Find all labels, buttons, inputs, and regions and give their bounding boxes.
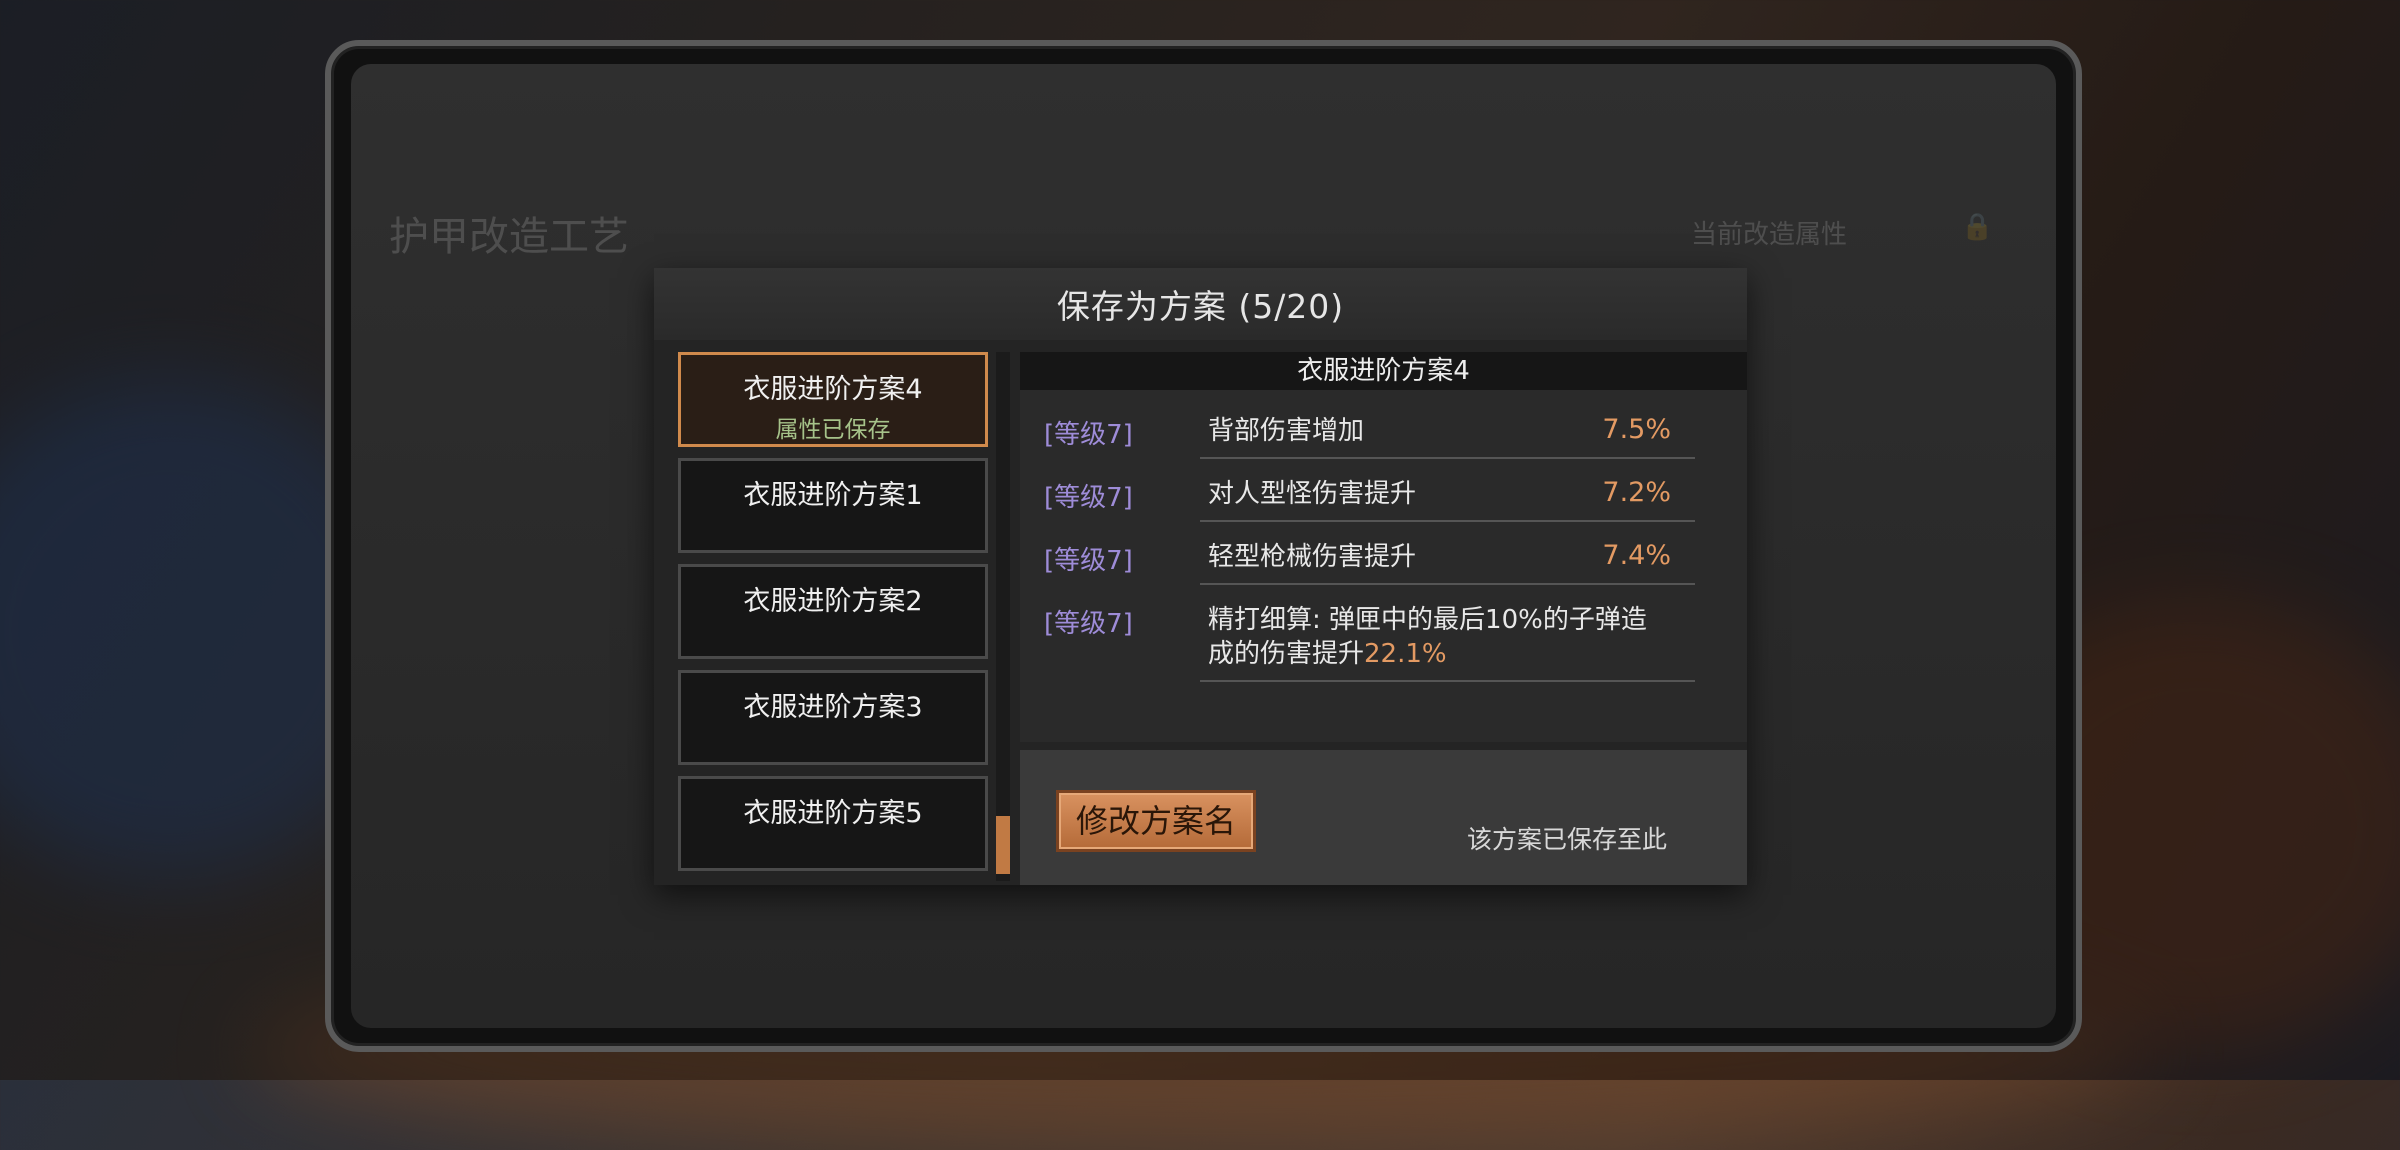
attribute-desc-line1: 精打细算: 弹匣中的最后10%的子弹造: [1208, 605, 1647, 635]
list-scrollbar-track[interactable]: [996, 352, 1010, 881]
dialog-title: 保存为方案 (5/20): [654, 268, 1747, 340]
attribute-desc-line2: 成的伤害提升: [1208, 639, 1365, 669]
attribute-name: 背部伤害增加: [1208, 416, 1365, 446]
rename-plan-button[interactable]: 修改方案名: [1056, 790, 1256, 852]
plan-name: 衣服进阶方案4: [743, 374, 923, 405]
plan-name: 衣服进阶方案3: [743, 692, 923, 723]
plan-detail-panel: 衣服进阶方案4 [等级7] 背部伤害增加 7.5% [等级7] 对人型怪伤害提升…: [1020, 352, 1747, 742]
background-page-title: 护甲改造工艺: [389, 214, 629, 260]
row-divider: [1200, 583, 1695, 585]
row-divider: [1200, 680, 1695, 682]
attribute-name: 对人型怪伤害提升: [1208, 479, 1417, 509]
attribute-value: 7.5%: [1602, 414, 1671, 445]
plan-status: 属性已保存: [775, 417, 891, 443]
plan-item[interactable]: 衣服进阶方案1: [678, 458, 988, 553]
attribute-value: 7.4%: [1602, 540, 1671, 571]
attribute-name: 轻型枪械伤害提升: [1208, 542, 1417, 572]
row-divider: [1200, 457, 1695, 459]
plan-name: 衣服进阶方案1: [743, 480, 923, 511]
attribute-level: [等级7]: [1044, 483, 1133, 513]
save-plan-dialog: 保存为方案 (5/20) 衣服进阶方案4 属性已保存 衣服进阶方案1 衣服进阶方…: [654, 268, 1747, 885]
row-divider: [1200, 520, 1695, 522]
plan-item[interactable]: 衣服进阶方案3: [678, 670, 988, 765]
plan-item[interactable]: 衣服进阶方案2: [678, 564, 988, 659]
plan-list[interactable]: 衣服进阶方案4 属性已保存 衣服进阶方案1 衣服进阶方案2 衣服进阶方案3 衣服…: [678, 352, 988, 881]
plan-name: 衣服进阶方案5: [743, 798, 923, 829]
list-scrollbar-thumb[interactable]: [996, 816, 1010, 874]
background-section-header: 当前改造属性: [1691, 220, 1848, 250]
attribute-description: 精打细算: 弹匣中的最后10%的子弹造 成的伤害提升22.1%: [1208, 603, 1647, 671]
attribute-highlight-value: 22.1%: [1364, 639, 1447, 669]
plan-name: 衣服进阶方案2: [743, 586, 923, 617]
attribute-value: 7.2%: [1602, 477, 1671, 508]
lock-icon: 🔒: [1961, 212, 1994, 242]
saved-status-text: 该方案已保存至此: [1466, 825, 1667, 854]
dialog-footer: 修改方案名 该方案已保存至此: [1020, 750, 1747, 885]
attribute-level: [等级7]: [1044, 420, 1133, 450]
plan-item[interactable]: 衣服进阶方案5: [678, 776, 988, 871]
attribute-level: [等级7]: [1044, 546, 1133, 576]
attribute-level: [等级7]: [1044, 609, 1133, 639]
detail-title: 衣服进阶方案4: [1020, 352, 1747, 390]
plan-item-selected[interactable]: 衣服进阶方案4 属性已保存: [678, 352, 988, 447]
